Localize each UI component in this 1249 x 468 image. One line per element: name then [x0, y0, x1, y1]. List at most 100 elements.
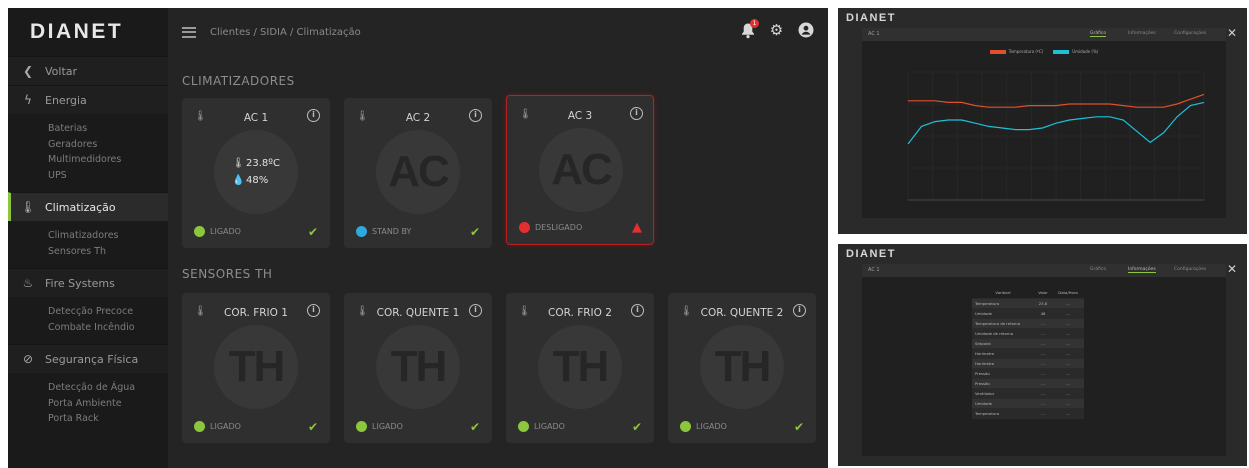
status-indicator: STAND BY — [356, 226, 411, 237]
ac-placeholder-text: AC — [551, 145, 613, 194]
chart-window-screenshot: DIANET ✕ AC 1 Gráfico Informações Config… — [838, 8, 1247, 234]
info-icon[interactable]: i — [307, 109, 320, 122]
ac-card-2[interactable]: 🌡 AC 2 i AC STAND BY ✔ — [344, 98, 492, 248]
table-cell: Umidade de retorno — [972, 328, 1034, 339]
table-cell: ... — [1052, 368, 1084, 379]
table-row: Temperatura...... — [972, 408, 1084, 419]
sidebar-item-combate-incendio[interactable]: Combate Incêndio — [48, 320, 168, 336]
temperature-value: 23.8ºC — [246, 158, 280, 169]
sidebar-group-label: Climatização — [45, 200, 116, 214]
ac-card-1[interactable]: 🌡 AC 1 i 🌡23.8ºC 💧 48% LIGADO ✔ — [182, 98, 330, 248]
hamburger-menu-icon[interactable] — [182, 24, 196, 40]
table-cell: ... — [1052, 388, 1084, 399]
sidebar-item-deteccao-precoce[interactable]: Detecção Precoce — [48, 304, 168, 320]
table-cell: Horímetro — [972, 348, 1034, 359]
sidebar-item-porta-rack[interactable]: Porta Rack — [48, 411, 168, 427]
table-window-screenshot: DIANET ✕ AC 1 Gráfico Informações Config… — [838, 244, 1247, 466]
table-cell: ... — [1052, 308, 1084, 319]
th-card-cor-frio-1[interactable]: 🌡 COR. FRIO 1 i TH LIGADO ✔ — [182, 293, 330, 443]
modal-header: AC 1 Gráfico Informações Configurações — [862, 264, 1226, 277]
sidebar-group-seguranca[interactable]: ⊘ Segurança Física — [8, 344, 168, 373]
sidebar-item-geradores[interactable]: Geradores — [48, 137, 168, 153]
table-cell: Umidade — [972, 308, 1034, 319]
status-dot — [194, 226, 205, 237]
sidebar-group-climatizacion[interactable]: 🌡 Climatização — [8, 192, 168, 221]
th-card-cor-quente-2[interactable]: 🌡 COR. QUENTE 2 i TH LIGADO ✔ — [668, 293, 816, 443]
sidebar-item-climatizadores[interactable]: Climatizadores — [48, 228, 168, 244]
top-bar: Clientes / SIDIA / Climatização 1 ⚙ — [168, 8, 828, 56]
tab-configuracoes[interactable]: Configurações — [1174, 267, 1206, 272]
table-cell: ... — [1052, 328, 1084, 339]
table-cell: Setpoint — [972, 338, 1034, 349]
close-icon[interactable]: ✕ — [1227, 26, 1237, 40]
sidebar-group-energia[interactable]: ϟ Energia — [8, 85, 168, 114]
status-dot — [194, 421, 205, 432]
check-icon: ✔ — [307, 225, 318, 239]
sidebar-item-porta-ambiente[interactable]: Porta Ambiente — [48, 396, 168, 412]
table-cell: Temperatura — [972, 298, 1034, 309]
sidebar-item-baterias[interactable]: Baterias — [48, 121, 168, 137]
sidebar-item-ups[interactable]: UPS — [48, 168, 168, 184]
sidebar: DIANET ❮ Voltar ϟ Energia Baterias Gerad… — [8, 8, 168, 468]
gear-icon[interactable]: ⚙ — [768, 22, 785, 39]
sidebar-group-label: Segurança Física — [45, 352, 139, 366]
table-cell: Pressão — [972, 378, 1034, 389]
user-avatar-icon[interactable] — [797, 22, 814, 39]
info-icon[interactable]: i — [469, 304, 482, 317]
sidebar-submenu-energia: Baterias Geradores Multimedidores UPS — [8, 114, 168, 192]
table-row: Horímetro...... — [972, 348, 1084, 359]
info-table: Variável Valor Data/Hora Temperatura 23.8… — [972, 288, 1084, 419]
bell-icon[interactable]: 1 — [739, 19, 759, 39]
brand-logo[interactable]: DIANET — [8, 8, 168, 56]
info-icon[interactable]: i — [307, 304, 320, 317]
status-indicator: LIGADO — [356, 421, 403, 432]
ac-placeholder-text: AC — [388, 147, 450, 196]
check-icon: ✔ — [631, 420, 642, 434]
status-dot — [518, 421, 529, 432]
status-label: LIGADO — [696, 422, 727, 431]
info-icon[interactable]: i — [630, 107, 643, 120]
table-cell: Horímetro — [972, 358, 1034, 369]
thermometer-icon: 🌡 — [20, 200, 36, 214]
brand-logo: DIANET — [846, 12, 896, 24]
sidebar-group-label: Energia — [45, 93, 87, 107]
status-dot — [356, 421, 367, 432]
sidebar-item-sensores-th[interactable]: Sensores Th — [48, 244, 168, 260]
close-icon[interactable]: ✕ — [1227, 262, 1237, 276]
table-cell: 48 — [1034, 308, 1052, 319]
th-placeholder: TH — [700, 325, 784, 409]
sidebar-item-multimedidores[interactable]: Multimedidores — [48, 152, 168, 168]
status-label: DESLIGADO — [535, 223, 583, 232]
status-indicator: LIGADO — [194, 226, 241, 237]
info-icon[interactable]: i — [631, 304, 644, 317]
sidebar-back[interactable]: ❮ Voltar — [8, 56, 168, 85]
th-placeholder: TH — [538, 325, 622, 409]
notification-badge: 1 — [750, 19, 759, 28]
ac-readings: 🌡23.8ºC 💧 48% — [214, 130, 298, 214]
sidebar-item-deteccao-agua[interactable]: Detecção de Água — [48, 380, 168, 396]
status-dot — [680, 421, 691, 432]
ac-card-3[interactable]: 🌡 AC 3 i AC DESLIGADO ▲ — [506, 95, 654, 245]
brand-logo: DIANET — [846, 248, 896, 260]
sidebar-group-fire-systems[interactable]: ♨ Fire Systems — [8, 268, 168, 297]
table-cell: ... — [1034, 318, 1052, 329]
chart-modal: AC 1 Gráfico Informações Configurações T… — [862, 28, 1226, 218]
table-cell: ... — [1034, 378, 1052, 389]
status-indicator: LIGADO — [680, 421, 727, 432]
th-card-cor-frio-2[interactable]: 🌡 COR. FRIO 2 i TH LIGADO ✔ — [506, 293, 654, 443]
table-cell: ... — [1052, 398, 1084, 409]
tab-informacoes[interactable]: Informações — [1128, 267, 1156, 273]
top-actions: 1 ⚙ — [739, 19, 814, 39]
status-dot — [519, 222, 530, 233]
table-cell: ... — [1052, 358, 1084, 369]
info-icon[interactable]: i — [793, 304, 806, 317]
table-row: Umidade...... — [972, 398, 1084, 409]
tab-grafico[interactable]: Gráfico — [1090, 267, 1106, 272]
info-icon[interactable]: i — [469, 109, 482, 122]
status-label: LIGADO — [534, 422, 565, 431]
table-cell: ... — [1052, 378, 1084, 389]
table-cell: ... — [1034, 348, 1052, 359]
table-row: Pressão...... — [972, 368, 1084, 379]
th-card-cor-quente-1[interactable]: 🌡 COR. QUENTE 1 i TH LIGADO ✔ — [344, 293, 492, 443]
check-icon: ✔ — [793, 420, 804, 434]
